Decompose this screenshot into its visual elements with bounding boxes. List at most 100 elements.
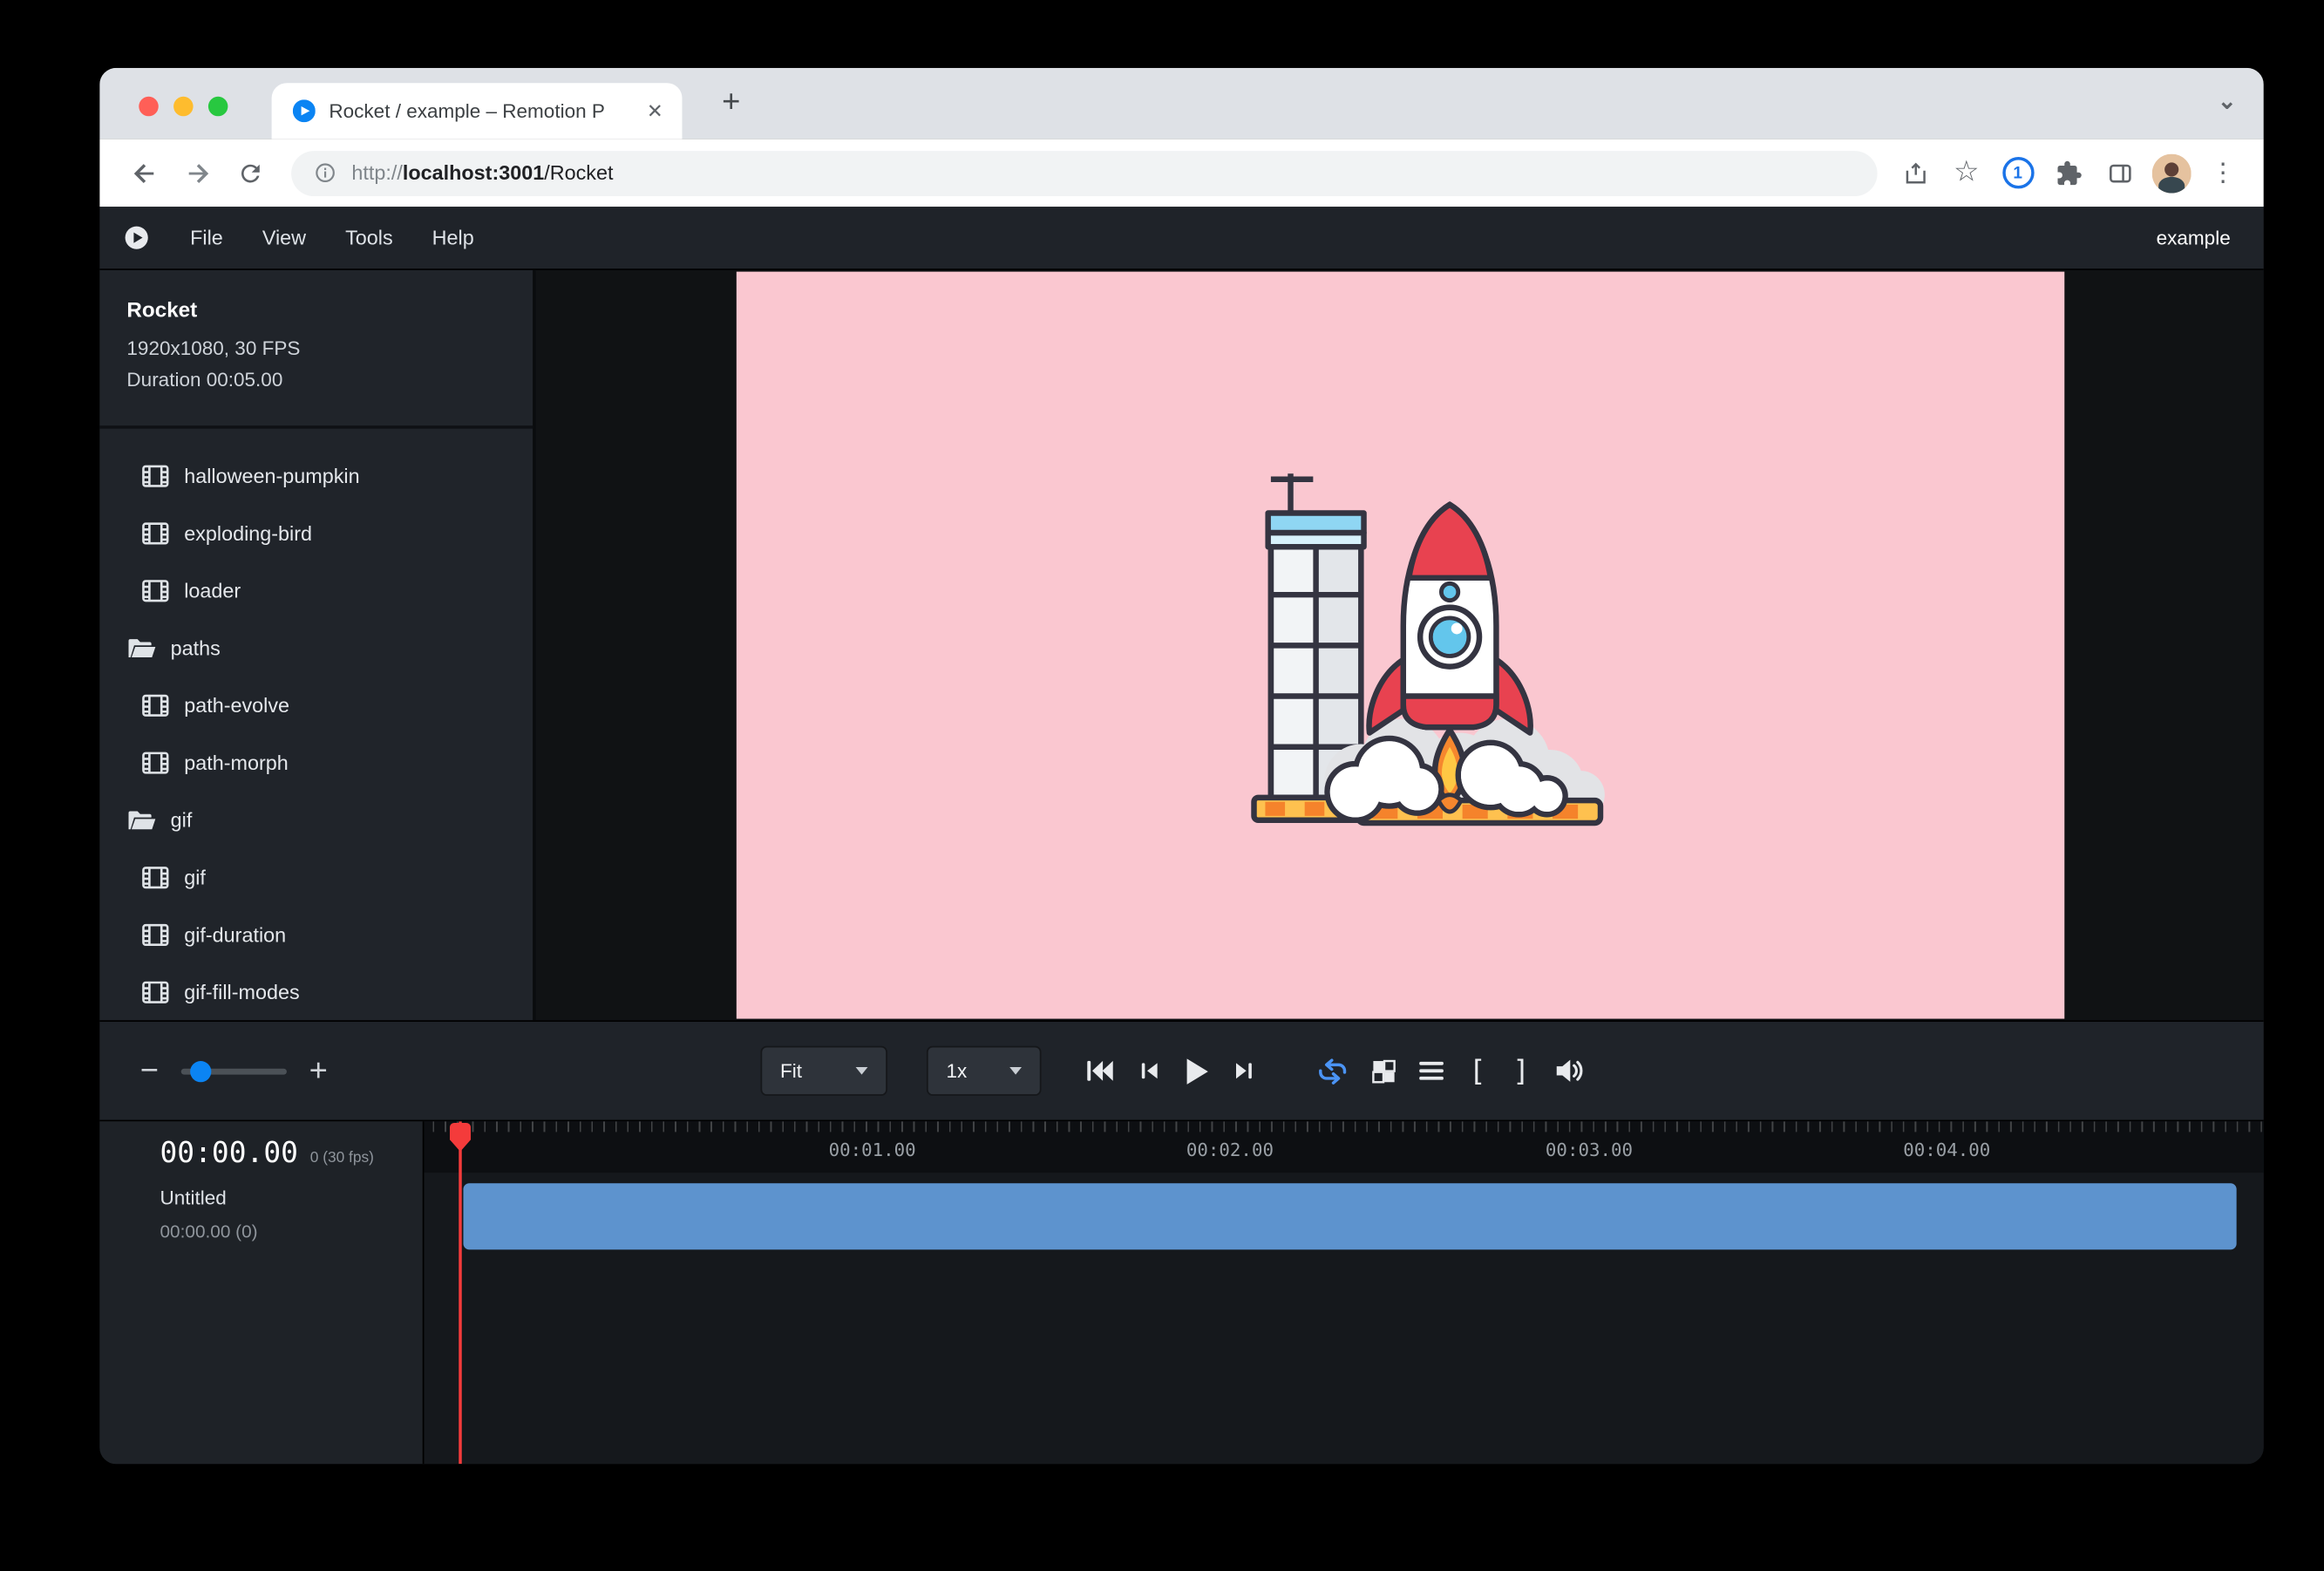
onepassword-extension-icon[interactable]: 1	[1995, 150, 2041, 195]
app-menubar: File View Tools Help example	[99, 207, 2264, 270]
remotion-logo-icon	[124, 225, 149, 250]
film-icon	[142, 923, 169, 946]
loop-icon[interactable]	[1316, 1058, 1349, 1085]
url-text: http://localhost:3001/Rocket	[351, 161, 613, 184]
ruler-label: 00:04.00	[1903, 1139, 1990, 1160]
rocket-illustration	[1188, 448, 1611, 842]
profile-avatar[interactable]	[2152, 153, 2191, 193]
bookmark-star-icon[interactable]: ☆	[1944, 150, 1989, 195]
tab-title: Rocket / example – Remotion P	[329, 99, 640, 122]
tab-search-chevron-icon[interactable]: ⌄	[2218, 87, 2237, 114]
jump-to-start-button[interactable]	[1085, 1058, 1114, 1084]
composition-item[interactable]: exploding-bird	[99, 504, 533, 561]
composition-item[interactable]: loader	[99, 561, 533, 619]
current-frame-info: 0 (30 fps)	[310, 1150, 374, 1166]
timeline-ruler[interactable]: 00:01.00 00:02.00 00:03.00 00:04.00	[424, 1121, 2263, 1173]
current-timecode: 00:00.00	[160, 1137, 298, 1170]
composition-duration: Duration 00:05.00	[126, 364, 506, 395]
ruler-label: 00:03.00	[1546, 1139, 1633, 1160]
ruler-label: 00:02.00	[1186, 1139, 1274, 1160]
toolbar-right: ☆ 1 ⋮	[1892, 150, 2246, 195]
composition-title: Rocket	[126, 297, 506, 322]
zoom-controls: − +	[136, 1022, 332, 1120]
film-icon	[142, 464, 169, 486]
project-name-label[interactable]: example	[2157, 227, 2239, 249]
close-window-button[interactable]	[139, 97, 159, 117]
compositions-sidebar: Rocket 1920x1080, 30 FPS Duration 00:05.…	[99, 270, 535, 1020]
video-canvas	[736, 272, 2063, 1019]
composition-item[interactable]: halloween-pumpkin	[99, 446, 533, 504]
tab-strip: Rocket / example – Remotion P ✕ + ⌄	[99, 68, 2264, 139]
zoom-window-button[interactable]	[208, 97, 228, 117]
menu-view[interactable]: View	[242, 227, 325, 249]
zoom-in-button[interactable]: +	[305, 1053, 332, 1090]
composition-folder[interactable]: paths	[99, 619, 533, 677]
film-icon	[142, 866, 169, 888]
menu-tools[interactable]: Tools	[326, 227, 413, 249]
chevron-down-icon	[856, 1067, 868, 1075]
playhead[interactable]	[459, 1121, 461, 1464]
folder-open-icon	[126, 636, 157, 659]
previous-frame-button[interactable]	[1137, 1059, 1161, 1082]
forward-button[interactable]	[171, 146, 224, 200]
minimize-window-button[interactable]	[173, 97, 194, 117]
playback-rate-select[interactable]: 1x	[927, 1046, 1042, 1096]
timeline-info-panel: 00:00.00 0 (30 fps) Untitled 00:00.00 (0…	[99, 1121, 424, 1464]
in-point-button[interactable]: [	[1467, 1054, 1488, 1087]
browser-toolbar: http://localhost:3001/Rocket ☆ 1	[99, 139, 2264, 207]
site-info-icon[interactable]	[314, 161, 336, 184]
zoom-slider[interactable]	[181, 1068, 287, 1074]
composition-folder[interactable]: gif	[99, 791, 533, 848]
track-name: Untitled	[160, 1187, 423, 1209]
film-icon	[142, 751, 169, 773]
player-toggles: [ ]	[1316, 1022, 1585, 1120]
size-select[interactable]: Fit	[761, 1046, 887, 1096]
timeline: 00:00.00 0 (30 fps) Untitled 00:00.00 (0…	[99, 1120, 2264, 1465]
tab-favicon-icon	[293, 99, 316, 122]
timeline-tracks-area[interactable]: 00:01.00 00:02.00 00:03.00 00:04.00	[424, 1121, 2263, 1464]
composition-item[interactable]: path-evolve	[99, 677, 533, 734]
share-icon[interactable]	[1892, 150, 1938, 195]
menu-help[interactable]: Help	[412, 227, 493, 249]
out-point-button[interactable]: ]	[1511, 1054, 1532, 1087]
menu-file[interactable]: File	[171, 227, 243, 249]
ruler-ticks	[424, 1121, 2263, 1132]
new-tab-button[interactable]: +	[712, 85, 750, 122]
next-frame-button[interactable]	[1233, 1059, 1257, 1082]
ruler-label: 00:01.00	[829, 1139, 916, 1160]
main-area: Rocket 1920x1080, 30 FPS Duration 00:05.…	[99, 270, 2264, 1020]
player-controls: − + Fit 1x	[99, 1020, 2264, 1119]
side-panel-icon[interactable]	[2097, 150, 2143, 195]
folder-open-icon	[126, 808, 157, 831]
screen: Rocket / example – Remotion P ✕ + ⌄	[0, 0, 2324, 1571]
address-bar[interactable]: http://localhost:3001/Rocket	[291, 150, 1877, 195]
browser-tab[interactable]: Rocket / example – Remotion P ✕	[272, 83, 683, 139]
zoom-slider-knob[interactable]	[190, 1060, 211, 1081]
composition-item[interactable]: path-morph	[99, 733, 533, 791]
composition-resolution: 1920x1080, 30 FPS	[126, 332, 506, 364]
play-button[interactable]	[1183, 1056, 1210, 1086]
transparency-checkerboard-icon[interactable]	[1372, 1058, 1396, 1083]
tab-close-icon[interactable]: ✕	[640, 99, 670, 123]
composition-info: Rocket 1920x1080, 30 FPS Duration 00:05.…	[99, 270, 533, 396]
film-icon	[142, 579, 169, 602]
extensions-puzzle-icon[interactable]	[2047, 150, 2092, 195]
timeline-track-bar[interactable]	[463, 1183, 2236, 1249]
volume-icon[interactable]	[1554, 1058, 1585, 1084]
film-icon	[142, 521, 169, 544]
composition-list: halloween-pumpkin exploding-bird loader …	[99, 429, 533, 1021]
browser-window: Rocket / example – Remotion P ✕ + ⌄	[99, 68, 2264, 1464]
film-icon	[142, 693, 169, 716]
track-time: 00:00.00 (0)	[160, 1221, 423, 1242]
rows-icon[interactable]	[1418, 1059, 1444, 1082]
composition-item[interactable]: gif-duration	[99, 906, 533, 963]
traffic-lights	[139, 97, 228, 117]
film-icon	[142, 980, 169, 1003]
composition-item[interactable]: gif-fill-modes	[99, 963, 533, 1021]
zoom-out-button[interactable]: −	[136, 1053, 163, 1090]
preview-area	[536, 270, 2264, 1020]
composition-item[interactable]: gif	[99, 848, 533, 906]
back-button[interactable]	[118, 146, 171, 200]
browser-menu-icon[interactable]: ⋮	[2200, 150, 2246, 195]
reload-button[interactable]	[223, 146, 276, 200]
